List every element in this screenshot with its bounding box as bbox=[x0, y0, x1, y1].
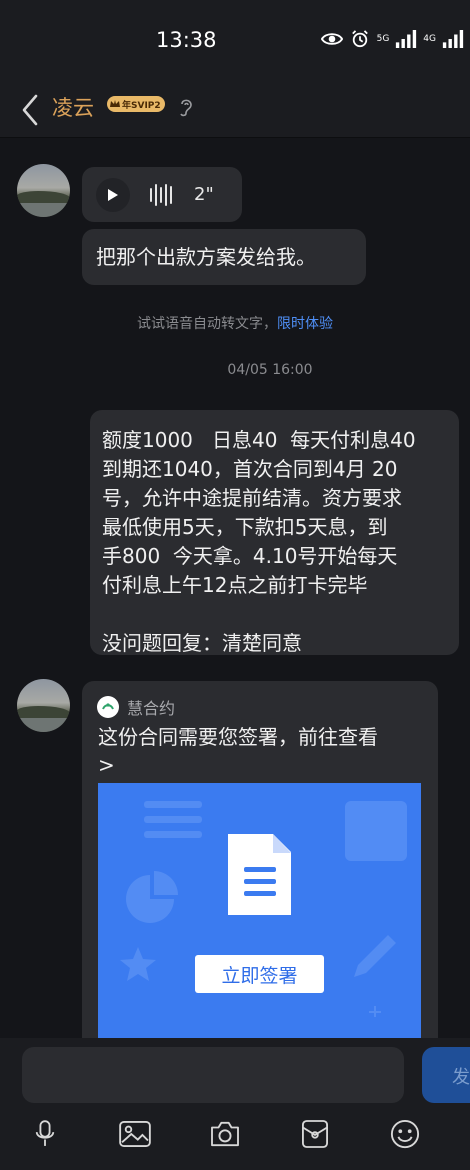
image-button[interactable] bbox=[117, 1116, 153, 1152]
play-button[interactable] bbox=[96, 177, 130, 212]
svip-badge-label: 年SVIP2 bbox=[122, 100, 161, 111]
svip-badge[interactable]: 年SVIP2 bbox=[107, 96, 165, 112]
eye-icon bbox=[320, 33, 343, 45]
card-header: 慧合约 bbox=[97, 695, 175, 719]
document-icon bbox=[228, 834, 291, 915]
signal-icon-2 bbox=[442, 30, 464, 48]
camera-button[interactable] bbox=[207, 1116, 243, 1152]
clock: 13:38 bbox=[156, 28, 217, 52]
status-bar: 13:38 5G 4G bbox=[0, 0, 470, 82]
composer: 发 bbox=[0, 1038, 470, 1170]
voice-input-button[interactable] bbox=[27, 1116, 63, 1152]
network-label-5g: 5G bbox=[376, 34, 390, 44]
voice-duration: 2" bbox=[194, 184, 214, 205]
red-packet-button[interactable] bbox=[297, 1116, 333, 1152]
card-source: 慧合约 bbox=[127, 699, 176, 718]
status-icons: 5G 4G bbox=[320, 30, 464, 48]
back-arrow-icon[interactable] bbox=[18, 92, 42, 128]
waveform-icon bbox=[150, 183, 172, 206]
contact-avatar[interactable] bbox=[17, 164, 70, 217]
chat-header: 凌云 年SVIP2 bbox=[0, 82, 470, 138]
message-input[interactable] bbox=[22, 1047, 404, 1103]
emoji-icon bbox=[390, 1119, 420, 1149]
sign-now-button[interactable]: 立即签署 bbox=[195, 955, 324, 993]
emoji-button[interactable] bbox=[387, 1116, 423, 1152]
contact-avatar-2[interactable] bbox=[17, 679, 70, 732]
contact-name[interactable]: 凌云 bbox=[52, 92, 94, 122]
message-bubble-sent[interactable]: 额度1000 日息40 每天付利息40 到期还1040，首次合同到4月 20 号… bbox=[90, 410, 459, 655]
transcribe-hint: 试试语音自动转文字，限时体验 bbox=[0, 313, 470, 333]
play-icon bbox=[108, 188, 118, 201]
send-button[interactable]: 发 bbox=[422, 1047, 470, 1103]
hint-text: 试试语音自动转文字， bbox=[137, 316, 277, 332]
huihe-logo-icon bbox=[97, 696, 119, 718]
voice-message[interactable]: 2" bbox=[82, 167, 242, 222]
microphone-icon bbox=[35, 1120, 55, 1146]
network-label-4g: 4G bbox=[423, 34, 436, 44]
message-bubble[interactable]: 把那个出款方案发给我。 bbox=[82, 229, 366, 285]
image-icon bbox=[119, 1121, 151, 1147]
crown-icon bbox=[110, 100, 120, 107]
red-packet-icon bbox=[302, 1120, 328, 1148]
alarm-icon bbox=[351, 30, 368, 48]
camera-icon bbox=[211, 1121, 239, 1147]
card-text[interactable]: 这份合同需要您签署，前往查看 > bbox=[98, 723, 428, 779]
ear-icon[interactable] bbox=[178, 97, 194, 117]
signal-icon bbox=[396, 30, 417, 48]
message-timestamp: 04/05 16:00 bbox=[227, 362, 313, 378]
trial-link[interactable]: 限时体验 bbox=[277, 316, 333, 332]
